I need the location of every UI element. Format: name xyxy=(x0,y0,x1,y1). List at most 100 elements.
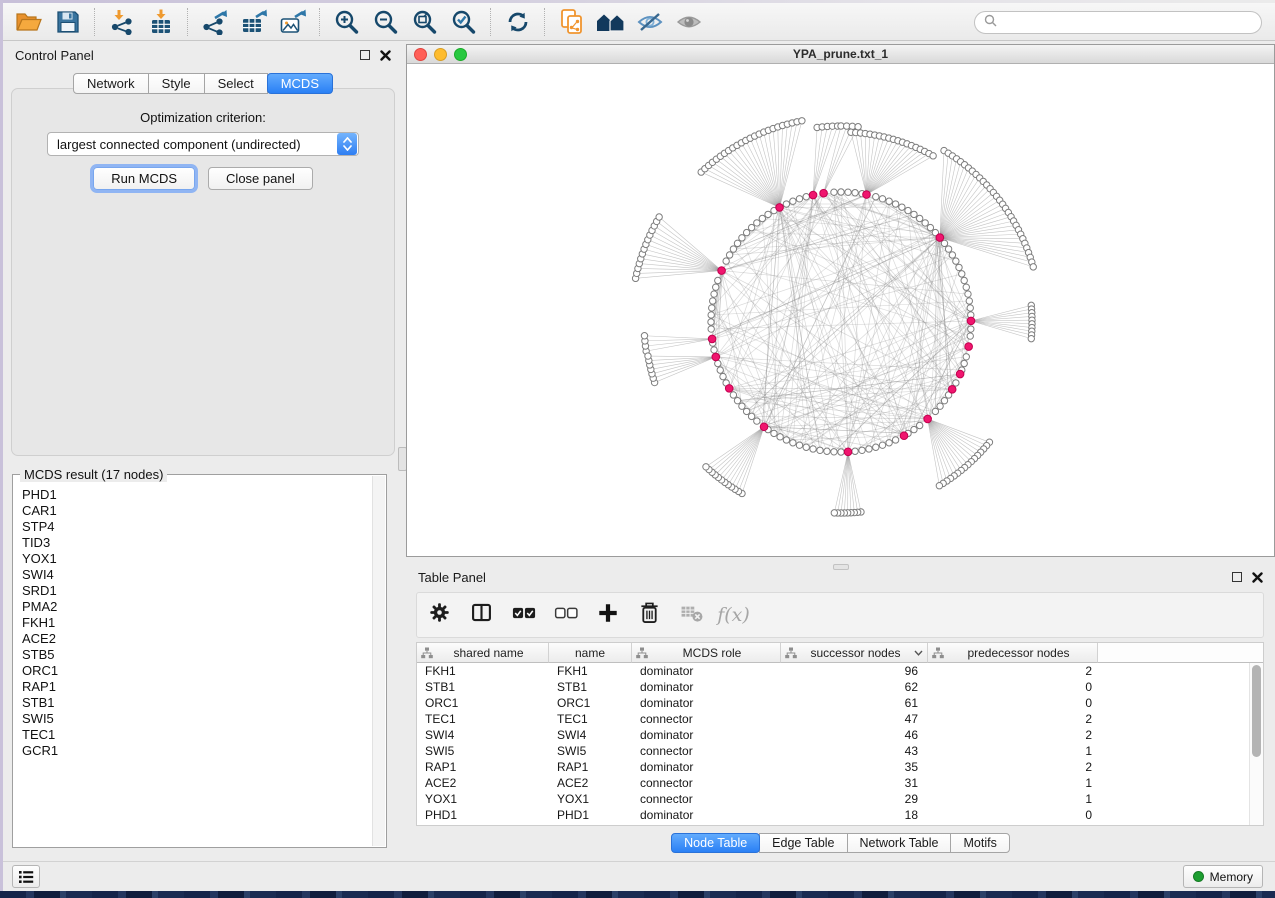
close-table-panel-icon[interactable] xyxy=(1252,572,1263,583)
table-row[interactable]: SWI5SWI5connector431 xyxy=(417,743,1263,759)
mcds-result-item[interactable]: GCR1 xyxy=(22,743,372,759)
tab-mcds[interactable]: MCDS xyxy=(267,73,333,94)
import-table-icon xyxy=(148,9,174,35)
memory-button[interactable]: Memory xyxy=(1183,865,1263,888)
mcds-result-item[interactable]: STP4 xyxy=(22,519,372,535)
export-image-button[interactable] xyxy=(273,6,312,38)
import-network-button[interactable] xyxy=(102,6,141,38)
cell-shared-name: PHD1 xyxy=(417,807,549,823)
network-window-titlebar[interactable]: YPA_prune.txt_1 xyxy=(407,45,1274,64)
mcds-result-item[interactable]: SRD1 xyxy=(22,583,372,599)
tab-network[interactable]: Network xyxy=(73,73,149,94)
table-row[interactable]: ACE2ACE2connector311 xyxy=(417,775,1263,791)
network-graph[interactable] xyxy=(407,64,1274,556)
cell-predecessor-nodes: 2 xyxy=(928,663,1098,679)
column-header-name[interactable]: name xyxy=(549,643,632,663)
table-row[interactable]: SWI4SWI4dominator462 xyxy=(417,727,1263,743)
export-table-button[interactable] xyxy=(234,6,273,38)
show-all-button[interactable] xyxy=(669,6,708,38)
table-row[interactable]: PHD1PHD1dominator180 xyxy=(417,807,1263,823)
mcds-result-item[interactable]: ORC1 xyxy=(22,663,372,679)
table-scrollbar-thumb[interactable] xyxy=(1252,665,1261,757)
tab-edge-table[interactable]: Edge Table xyxy=(759,833,847,853)
search-field[interactable] xyxy=(974,11,1262,34)
table-scrollbar[interactable] xyxy=(1249,663,1263,825)
mcds-result-item[interactable]: CAR1 xyxy=(22,503,372,519)
clone-network-button[interactable] xyxy=(552,6,591,38)
table-toolbar: f(x) xyxy=(416,592,1264,638)
cell-name: ORC1 xyxy=(549,695,632,711)
column-header-mcds-role[interactable]: MCDS role xyxy=(632,643,781,663)
close-panel-button[interactable]: Close panel xyxy=(208,167,313,190)
column-header-predecessor-nodes[interactable]: predecessor nodes xyxy=(928,643,1098,663)
export-network-button[interactable] xyxy=(195,6,234,38)
close-panel-icon[interactable] xyxy=(380,50,391,61)
mcds-result-item[interactable]: FKH1 xyxy=(22,615,372,631)
task-history-button[interactable] xyxy=(12,865,40,888)
save-session-button[interactable] xyxy=(48,6,87,38)
float-panel-icon[interactable] xyxy=(360,50,370,60)
cell-successor-nodes: 62 xyxy=(781,679,928,695)
delete-column-icon xyxy=(639,601,660,629)
table-row[interactable]: FKH1FKH1dominator962 xyxy=(417,663,1263,679)
table-row[interactable]: STB1STB1dominator620 xyxy=(417,679,1263,695)
hide-selected-button[interactable] xyxy=(630,6,669,38)
hide-selected-icon xyxy=(636,11,664,33)
status-bar: Memory xyxy=(3,861,1275,891)
cell-mcds-role: dominator xyxy=(632,695,781,711)
mcds-result-item[interactable]: SWI5 xyxy=(22,711,372,727)
table-row[interactable]: RAP1RAP1dominator352 xyxy=(417,759,1263,775)
table-header-row: shared namenameMCDS rolesuccessor nodesp… xyxy=(417,643,1263,663)
open-file-button[interactable] xyxy=(9,6,48,38)
cell-name: FKH1 xyxy=(549,663,632,679)
main-toolbar xyxy=(3,3,1275,41)
cell-mcds-role: connector xyxy=(632,743,781,759)
tab-node-table[interactable]: Node Table xyxy=(671,833,760,853)
mcds-result-scrollbar[interactable] xyxy=(372,476,385,846)
import-table-button[interactable] xyxy=(141,6,180,38)
mcds-result-item[interactable]: YOX1 xyxy=(22,551,372,567)
tree-icon xyxy=(932,647,944,659)
cell-successor-nodes: 29 xyxy=(781,791,928,807)
mcds-result-item[interactable]: STB1 xyxy=(22,695,372,711)
tab-style[interactable]: Style xyxy=(148,73,205,94)
tab-select[interactable]: Select xyxy=(204,73,268,94)
toolbar-separator xyxy=(490,8,491,36)
mcds-result-item[interactable]: STB5 xyxy=(22,647,372,663)
optimization-criterion-dropdown[interactable]: largest connected component (undirected) xyxy=(47,132,359,156)
memory-status-icon xyxy=(1193,871,1204,882)
table-row[interactable]: ORC1ORC1dominator610 xyxy=(417,695,1263,711)
mcds-result-item[interactable]: PHD1 xyxy=(22,487,372,503)
tab-network-table[interactable]: Network Table xyxy=(847,833,952,853)
mcds-result-item[interactable]: RAP1 xyxy=(22,679,372,695)
cell-predecessor-nodes: 2 xyxy=(928,759,1098,775)
mcds-result-item[interactable]: TEC1 xyxy=(22,727,372,743)
table-mode-gear-button[interactable] xyxy=(428,604,451,627)
cell-shared-name: YOX1 xyxy=(417,791,549,807)
run-mcds-button[interactable]: Run MCDS xyxy=(93,167,195,190)
select-all-button[interactable] xyxy=(512,604,535,627)
add-column-button[interactable] xyxy=(596,604,619,627)
network-canvas[interactable] xyxy=(407,64,1274,556)
column-header-successor-nodes[interactable]: successor nodes xyxy=(781,643,928,663)
memory-label: Memory xyxy=(1210,870,1253,884)
search-input[interactable] xyxy=(1002,14,1261,32)
mcds-result-item[interactable]: TID3 xyxy=(22,535,372,551)
zoom-fit-button[interactable] xyxy=(405,6,444,38)
tab-motifs[interactable]: Motifs xyxy=(950,833,1009,853)
delete-column-button[interactable] xyxy=(638,604,661,627)
float-table-panel-icon[interactable] xyxy=(1232,572,1242,582)
table-row[interactable]: YOX1YOX1connector291 xyxy=(417,791,1263,807)
show-columns-button[interactable] xyxy=(470,604,493,627)
mcds-result-item[interactable]: ACE2 xyxy=(22,631,372,647)
first-neighbors-button[interactable] xyxy=(591,6,630,38)
refresh-button[interactable] xyxy=(498,6,537,38)
mcds-result-item[interactable]: PMA2 xyxy=(22,599,372,615)
zoom-selected-button[interactable] xyxy=(444,6,483,38)
zoom-out-button[interactable] xyxy=(366,6,405,38)
deselect-all-button[interactable] xyxy=(554,604,577,627)
mcds-result-item[interactable]: SWI4 xyxy=(22,567,372,583)
column-header-shared-name[interactable]: shared name xyxy=(417,643,549,663)
table-row[interactable]: TEC1TEC1connector472 xyxy=(417,711,1263,727)
zoom-in-button[interactable] xyxy=(327,6,366,38)
